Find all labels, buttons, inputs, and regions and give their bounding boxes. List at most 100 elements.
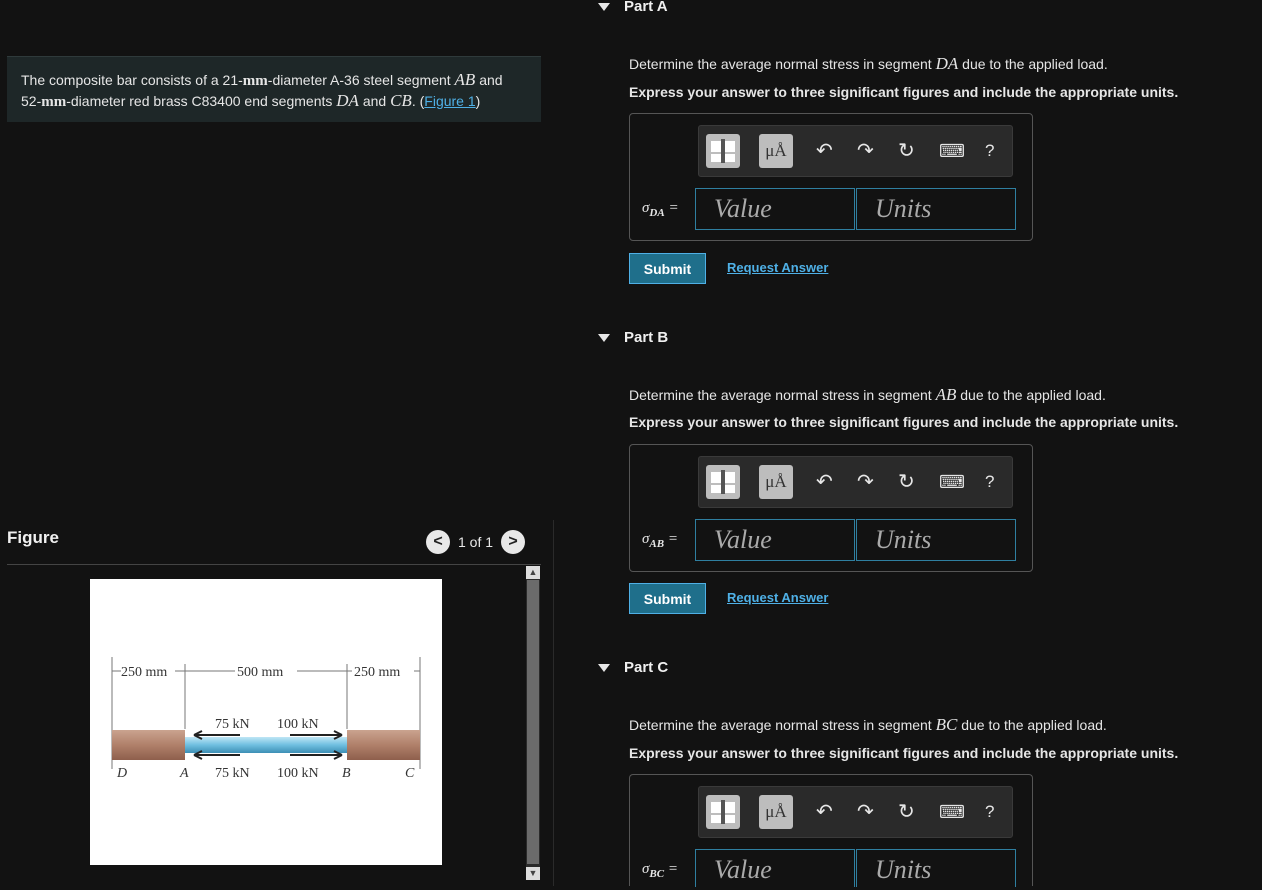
dim-mid-label: 500 mm xyxy=(237,665,283,680)
point-a-label: A xyxy=(179,766,189,781)
value-input[interactable]: Value xyxy=(695,519,855,561)
math-toolbar: μÅ ↶ ↷ ↻ ⌨ ? xyxy=(698,125,1013,177)
units-input[interactable]: Units xyxy=(856,188,1016,230)
figure-image: 250 mm 500 mm 250 mm 75 kN 100 kN 75 kN … xyxy=(90,579,442,865)
dim-left-label: 250 mm xyxy=(121,665,167,680)
help-icon[interactable]: ? xyxy=(985,800,994,824)
problem-text: and xyxy=(475,72,503,88)
units-input[interactable]: Units xyxy=(856,849,1016,887)
part-b-request-answer-link[interactable]: Request Answer xyxy=(727,590,828,605)
redo-icon[interactable]: ↷ xyxy=(857,800,874,824)
point-b-label: B xyxy=(342,766,351,781)
undo-icon[interactable]: ↶ xyxy=(816,470,833,494)
templates-icon xyxy=(711,139,735,163)
templates-button[interactable] xyxy=(706,134,740,168)
problem-text: -diameter A-36 steel segment xyxy=(267,72,455,88)
equals: = xyxy=(664,861,678,877)
next-figure-button[interactable]: > xyxy=(501,530,526,554)
part-a-submit-button[interactable]: Submit xyxy=(629,253,706,284)
part-b-submit-button[interactable]: Submit xyxy=(629,583,706,614)
keyboard-icon[interactable]: ⌨ xyxy=(939,139,965,163)
part-b-instruction: Express your answer to three significant… xyxy=(629,414,1179,430)
scroll-up-icon[interactable]: ▲ xyxy=(526,566,540,579)
part-label: Part A xyxy=(624,0,668,15)
prev-figure-button[interactable]: < xyxy=(426,530,450,554)
problem-panel: The composite bar consists of a 21-mm-di… xyxy=(0,0,553,886)
segment-symbol: DA xyxy=(935,54,959,73)
value-input[interactable]: Value xyxy=(695,188,855,230)
undo-icon[interactable]: ↶ xyxy=(816,800,833,824)
composite-bar-diagram: 250 mm 500 mm 250 mm 75 kN 100 kN 75 kN … xyxy=(111,657,421,781)
force-label: 100 kN xyxy=(277,717,319,732)
problem-text: and xyxy=(358,93,391,109)
part-label: Part C xyxy=(624,659,669,676)
problem-text: The composite bar consists of a 21- xyxy=(21,72,243,88)
problem-statement: The composite bar consists of a 21-mm-di… xyxy=(7,56,541,122)
figure-link[interactable]: Figure 1 xyxy=(424,93,475,109)
keyboard-icon[interactable]: ⌨ xyxy=(939,470,965,494)
question-text: due to the applied load. xyxy=(958,56,1108,72)
templates-icon xyxy=(711,470,735,494)
part-b-question: Determine the average normal stress in s… xyxy=(629,385,1106,405)
figure-title: Figure xyxy=(7,528,59,547)
math-toolbar: μÅ ↶ ↷ ↻ ⌨ ? xyxy=(698,456,1013,508)
subscript: DA xyxy=(649,207,665,219)
point-d-label: D xyxy=(116,766,127,781)
point-c-label: C xyxy=(405,766,415,781)
collapse-triangle-icon[interactable] xyxy=(598,663,610,672)
part-c-answer-box: μÅ ↶ ↷ ↻ ⌨ ? σBC = Value Units xyxy=(629,774,1033,887)
templates-button[interactable] xyxy=(706,795,740,829)
units-button[interactable]: μÅ xyxy=(759,134,793,168)
dim-right-label: 250 mm xyxy=(354,665,400,680)
part-a-answer-box: μÅ ↶ ↷ ↻ ⌨ ? σDA = Value Units xyxy=(629,113,1033,241)
segment-ab: AB xyxy=(454,70,476,89)
units-input[interactable]: Units xyxy=(856,519,1016,561)
figure-scrollbar[interactable]: ▲ ▼ xyxy=(526,566,540,880)
reset-icon[interactable]: ↻ xyxy=(898,139,915,163)
math-toolbar: μÅ ↶ ↷ ↻ ⌨ ? xyxy=(698,786,1013,838)
force-label: 75 kN xyxy=(215,766,250,781)
subscript: BC xyxy=(649,868,665,880)
segment-symbol: BC xyxy=(935,715,958,734)
collapse-triangle-icon[interactable] xyxy=(598,333,610,342)
brass-segment-bc xyxy=(347,730,420,760)
pager-count: 1 of 1 xyxy=(458,534,494,550)
part-b-header[interactable]: Part B xyxy=(598,329,668,346)
stress-symbol: σBC = xyxy=(642,861,678,880)
part-c-header[interactable]: Part C xyxy=(598,659,668,676)
stress-symbol: σAB = xyxy=(642,531,678,550)
steel-segment-ab xyxy=(185,737,347,753)
units-button[interactable]: μÅ xyxy=(759,465,793,499)
part-a-request-answer-link[interactable]: Request Answer xyxy=(727,260,828,275)
figure-pager: < 1 of 1 > xyxy=(426,530,526,554)
templates-button[interactable] xyxy=(706,465,740,499)
undo-icon[interactable]: ↶ xyxy=(816,139,833,163)
force-label: 75 kN xyxy=(215,717,250,732)
help-icon[interactable]: ? xyxy=(985,470,994,494)
segment-symbol: AB xyxy=(935,385,957,404)
problem-text: -diameter red brass C83400 end segments xyxy=(66,93,337,109)
value-input[interactable]: Value xyxy=(695,849,855,887)
reset-icon[interactable]: ↻ xyxy=(898,800,915,824)
part-a-header[interactable]: Part A xyxy=(598,0,668,15)
part-label: Part B xyxy=(624,329,669,346)
help-icon[interactable]: ? xyxy=(985,139,994,163)
scroll-down-icon[interactable]: ▼ xyxy=(526,867,540,880)
collapse-triangle-icon[interactable] xyxy=(598,2,610,11)
unit-mm: mm xyxy=(41,94,67,110)
part-a-instruction: Express your answer to three significant… xyxy=(629,84,1179,100)
figure-divider xyxy=(7,564,541,565)
templates-icon xyxy=(711,800,735,824)
redo-icon[interactable]: ↷ xyxy=(857,139,874,163)
part-b-answer-box: μÅ ↶ ↷ ↻ ⌨ ? σAB = Value Units xyxy=(629,444,1033,572)
equals: = xyxy=(664,531,678,547)
redo-icon[interactable]: ↷ xyxy=(857,470,874,494)
stress-symbol: σDA = xyxy=(642,200,679,219)
reset-icon[interactable]: ↻ xyxy=(898,470,915,494)
part-c-instruction: Express your answer to three significant… xyxy=(629,745,1179,761)
problem-text: . ( xyxy=(411,93,425,109)
units-button[interactable]: μÅ xyxy=(759,795,793,829)
part-a-question: Determine the average normal stress in s… xyxy=(629,54,1108,74)
keyboard-icon[interactable]: ⌨ xyxy=(939,800,965,824)
scroll-thumb[interactable] xyxy=(527,580,539,864)
